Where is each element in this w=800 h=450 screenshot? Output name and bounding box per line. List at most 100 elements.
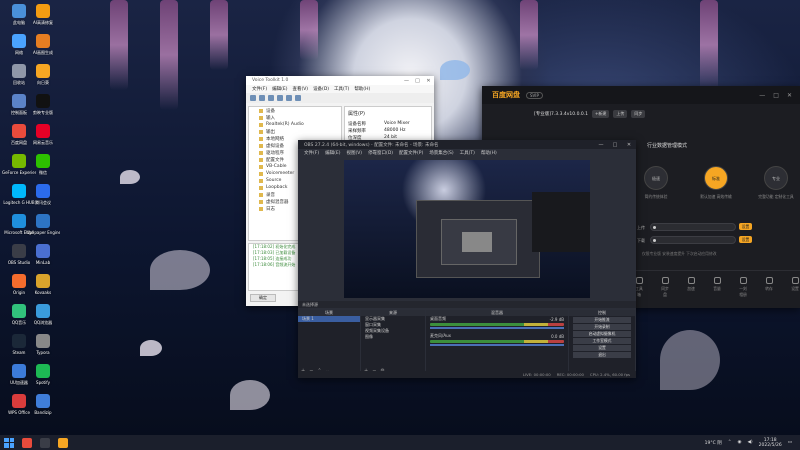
mode-pro-button[interactable]: 专业 xyxy=(764,166,788,190)
exit-button[interactable]: 退出 xyxy=(573,352,631,358)
download-settings-button[interactable]: 设置 xyxy=(739,236,752,243)
desktop-icon[interactable]: MinLab xyxy=(26,242,60,276)
desktop-icon[interactable]: 向日葵 xyxy=(26,62,60,96)
menu-item[interactable]: 编辑(E) xyxy=(325,150,340,156)
taskbar-obs-icon[interactable] xyxy=(40,437,50,448)
desktop-icon[interactable]: 腾讯会议 xyxy=(26,182,60,216)
menu-item[interactable]: 文件(F) xyxy=(304,150,319,156)
transfer-button[interactable]: 转存 xyxy=(764,277,774,304)
close-icon[interactable]: ✕ xyxy=(787,92,792,99)
app-icon xyxy=(36,4,50,18)
folder-icon xyxy=(259,171,263,176)
tool-window-titlebar[interactable]: Voice Toolkit 1.0 — □ ✕ xyxy=(246,76,434,85)
minimize-icon[interactable]: — xyxy=(594,142,608,148)
upload-speed-slider[interactable] xyxy=(650,223,736,231)
settings-button[interactable]: 设置 xyxy=(573,345,631,351)
album-button[interactable]: 一刻相册 xyxy=(738,277,748,304)
sync-button[interactable]: 同步 xyxy=(631,110,646,118)
weather-widget[interactable]: 19°C 阴 xyxy=(705,440,722,446)
desktop-icon-grid: 此电脑网络回收站控制面板百度网盘GeForce ExperienceLogite… xyxy=(0,0,78,435)
tree-item[interactable]: 输出 xyxy=(249,128,341,135)
desktop-icon[interactable]: Spotify xyxy=(26,362,60,396)
desktop-icon[interactable]: Wallpaper Engine xyxy=(26,212,60,246)
back-icon[interactable] xyxy=(250,95,256,101)
new-button[interactable]: +新建 xyxy=(592,110,610,118)
mode-standard-button[interactable]: 标准 xyxy=(704,166,728,190)
menu-item[interactable]: 帮助(H) xyxy=(354,86,370,92)
studio-mode-button[interactable]: 工作室模式 xyxy=(573,338,631,344)
desktop-icon[interactable]: Kovaaks xyxy=(26,272,60,306)
menu-item[interactable]: 配置文件(P) xyxy=(399,150,423,156)
menu-item[interactable]: 视图(V) xyxy=(346,150,362,156)
minimize-icon[interactable]: — xyxy=(759,92,765,99)
notification-icon[interactable]: ▭ xyxy=(788,440,792,445)
network-icon[interactable]: ◉ xyxy=(738,440,742,445)
mode-pro-desc: 完整功能 定制化工具 xyxy=(758,194,794,199)
syncdisk-button[interactable]: 同步盘 xyxy=(660,277,670,304)
desktop-icon[interactable]: Bandizip xyxy=(26,392,60,426)
tree-item-label: 驱动程序 xyxy=(266,150,284,156)
menu-item[interactable]: 编辑(E) xyxy=(272,86,287,92)
delete-icon[interactable] xyxy=(295,95,301,101)
mode-fast-button[interactable]: 极速 xyxy=(644,166,668,190)
menu-item[interactable]: 停靠窗口(D) xyxy=(368,150,393,156)
menu-item[interactable]: 场景集合(S) xyxy=(429,150,453,156)
source-item[interactable]: 图像 xyxy=(361,334,425,340)
volume-button[interactable]: 音量 xyxy=(712,277,722,304)
download-speed-slider[interactable] xyxy=(650,236,736,244)
desktop-icon[interactable]: 微信 xyxy=(26,152,60,186)
add-icon[interactable] xyxy=(286,95,292,101)
settings-icon[interactable] xyxy=(277,95,283,101)
ok-button[interactable]: 确定 xyxy=(250,294,276,302)
netdisk-titlebar[interactable]: 百度网盘 SVIP — □ ✕ xyxy=(482,86,800,104)
settings-button[interactable]: 设置 xyxy=(790,277,800,304)
start-streaming-button[interactable]: 开始推流 xyxy=(573,317,631,323)
app-icon xyxy=(12,214,26,228)
taskbar-app-icon[interactable] xyxy=(22,437,32,448)
clock[interactable]: 17:18 2022/5/26 xyxy=(759,438,782,448)
volume-icon[interactable]: ◀) xyxy=(747,440,752,445)
desktop-icon[interactable]: AI画图生成 xyxy=(26,32,60,66)
menu-item[interactable]: 工具(T) xyxy=(334,86,349,92)
maximize-icon[interactable]: □ xyxy=(608,142,622,148)
chevron-up-icon[interactable]: ⌃ xyxy=(728,440,732,445)
taskbar-netdisk-icon[interactable] xyxy=(58,437,68,448)
tree-item[interactable]: 输入 xyxy=(249,114,341,121)
obs-preview[interactable] xyxy=(344,160,590,298)
desktop-icon[interactable]: QQ浏览器 xyxy=(26,302,60,336)
live-time: LIVE: 00:00:00 xyxy=(522,372,551,377)
desktop-icon[interactable]: Typora xyxy=(26,332,60,366)
tree-item[interactable]: Realtek(R) Audio xyxy=(249,121,341,128)
close-icon[interactable]: ✕ xyxy=(622,142,636,148)
menu-item[interactable]: 帮助(H) xyxy=(481,150,497,156)
desktop-icon[interactable]: AI高清修复 xyxy=(26,2,60,36)
tree-item[interactable]: 设备 xyxy=(249,107,341,114)
volume-fader[interactable] xyxy=(430,344,564,346)
desktop-icon-label: Kovaaks xyxy=(34,290,52,295)
transfer-label: 转存 xyxy=(765,286,773,291)
wisteria-decor xyxy=(210,0,228,70)
refresh-icon[interactable] xyxy=(268,95,274,101)
close-icon[interactable]: ✕ xyxy=(423,78,434,84)
menu-item[interactable]: 设备(D) xyxy=(313,86,329,92)
desktop-icon[interactable]: 剪映专业版 xyxy=(26,92,60,126)
upload-button[interactable]: 上传 xyxy=(613,110,628,118)
scene-item[interactable]: 场景 1 xyxy=(298,316,360,322)
menu-item[interactable]: 文件(F) xyxy=(252,86,267,92)
windows-start-icon[interactable] xyxy=(4,437,14,448)
minimize-icon[interactable]: — xyxy=(401,78,412,84)
app-icon xyxy=(12,184,26,198)
menu-item[interactable]: 查看(V) xyxy=(292,86,308,92)
start-recording-button[interactable]: 开始录制 xyxy=(573,324,631,330)
accelerate-button[interactable]: 加速 xyxy=(686,277,696,304)
app-icon xyxy=(12,154,26,168)
forward-icon[interactable] xyxy=(259,95,265,101)
obs-titlebar[interactable]: OBS 27.2.4 (64-bit, windows) - 配置文件: 未命名… xyxy=(298,140,636,149)
upload-settings-button[interactable]: 设置 xyxy=(739,223,752,230)
desktop-icon[interactable]: 网易云音乐 xyxy=(26,122,60,156)
volume-fader[interactable] xyxy=(430,327,564,329)
menu-item[interactable]: 工具(T) xyxy=(460,150,475,156)
virtual-camera-button[interactable]: 启动虚拟摄像机 xyxy=(573,331,631,337)
maximize-icon[interactable]: □ xyxy=(773,92,779,99)
maximize-icon[interactable]: □ xyxy=(412,78,423,84)
